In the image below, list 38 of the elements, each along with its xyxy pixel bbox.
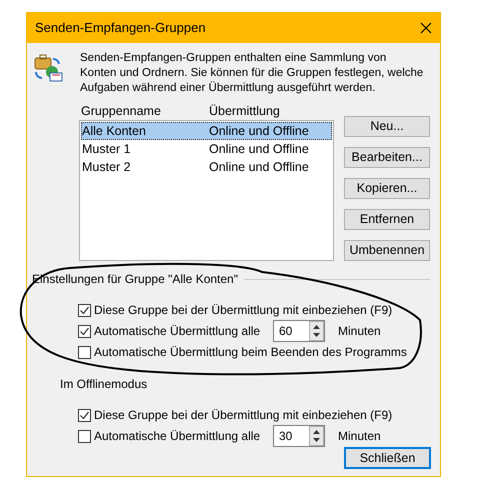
minutes-spinbox[interactable]: 30	[273, 425, 325, 447]
checkbox[interactable]	[78, 346, 91, 358]
group-heading: Im Offlinemodus	[60, 376, 148, 393]
briefcase-sync-icon	[33, 53, 63, 83]
table-cell-text: Online und Offline	[209, 140, 310, 158]
list-row[interactable]: Alle Konten Online und Offline	[81, 122, 332, 140]
action-button[interactable]: Kopieren...	[344, 178, 430, 199]
table-cell-text: Online und Offline	[209, 122, 310, 140]
table-cell-text: Muster 1	[81, 140, 132, 158]
close-button[interactable]: Schließen	[344, 447, 431, 469]
action-button[interactable]: Umbenennen	[344, 240, 430, 261]
checkbox[interactable]	[78, 324, 91, 338]
column-header[interactable]: Gruppenname	[81, 102, 209, 120]
unit-label: Minuten	[338, 428, 381, 445]
checkbox-label: Automatische Übermittlung alle	[94, 323, 262, 340]
checkbox[interactable]	[78, 304, 91, 316]
checkbox-label: Diese Gruppe bei der Übermittlung mit einbeziehen (F9)	[94, 407, 392, 424]
table-cell-text: Muster 2	[81, 158, 132, 176]
window-title: Senden-Empfangen-Gruppen	[35, 19, 206, 38]
table-cell-text: Alle Konten	[81, 122, 147, 140]
action-button[interactable]: Bearbeiten...	[344, 147, 430, 168]
table-cell-text: Online und Offline	[209, 158, 310, 176]
unit-label: Minuten	[338, 323, 381, 340]
action-button[interactable]: Entfernen	[344, 209, 430, 230]
checkbox-label: Automatische Übermittlung alle	[94, 428, 262, 445]
column-header[interactable]: Übermittlung	[209, 102, 329, 120]
list-row[interactable]: Muster 1 Online und Offline	[81, 140, 332, 158]
checkbox-label: Diese Gruppe bei der Übermittlung mit einbeziehen (F9)	[94, 302, 392, 319]
minutes-spinbox[interactable]: 60	[273, 320, 325, 342]
checkbox-label: Automatische Übermittlung beim Beenden des Programms	[94, 344, 407, 361]
spin-arrows-icon[interactable]	[309, 321, 324, 341]
checkbox[interactable]	[78, 408, 91, 422]
checkbox[interactable]	[78, 430, 91, 442]
close-icon[interactable]	[420, 22, 432, 34]
description-text: Senden-Empfangen-Gruppen enthalten eine Sammlung von Konten und Ordnern. Sie können für die Gruppen festlegen, welche Aufgaben während einer Übermittlung ausgeführt werden.	[80, 51, 424, 96]
spin-arrows-icon[interactable]	[309, 426, 324, 446]
action-button[interactable]: Neu...	[344, 116, 430, 137]
list-row[interactable]: Muster 2 Online und Offline	[81, 158, 332, 176]
